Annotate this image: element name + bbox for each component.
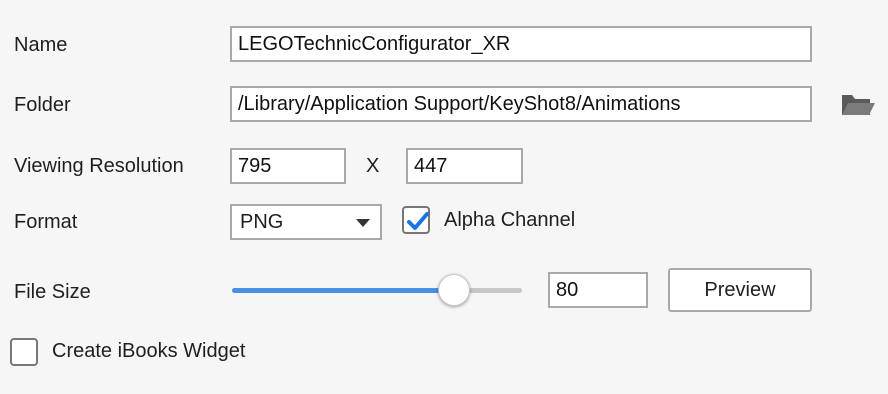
- preview-button[interactable]: Preview: [668, 268, 812, 312]
- format-select[interactable]: PNG: [230, 204, 382, 240]
- checkmark-icon: [407, 212, 429, 230]
- alpha-channel-label: Alpha Channel: [444, 209, 576, 231]
- slider-fill: [232, 288, 456, 293]
- file-size-label: File Size: [14, 281, 91, 303]
- name-input[interactable]: LEGOTechnicConfigurator_XR: [230, 26, 812, 62]
- resolution-separator: X: [366, 155, 380, 177]
- file-size-input[interactable]: 80: [548, 272, 648, 308]
- ibooks-widget-checkbox[interactable]: [10, 338, 38, 366]
- format-selected-value: PNG: [240, 211, 284, 233]
- chevron-down-icon: [356, 219, 370, 227]
- file-size-slider[interactable]: [230, 272, 524, 308]
- slider-knob[interactable]: [438, 274, 470, 306]
- export-settings-panel: Name LEGOTechnicConfigurator_XR Folder /…: [0, 0, 888, 394]
- folder-input[interactable]: /Library/Application Support/KeyShot8/An…: [230, 86, 812, 122]
- viewing-resolution-label: Viewing Resolution: [14, 155, 184, 177]
- alpha-channel-checkbox[interactable]: [402, 206, 430, 234]
- folder-label: Folder: [14, 94, 71, 116]
- folder-open-icon[interactable]: [840, 89, 876, 119]
- resolution-width-input[interactable]: 795: [230, 148, 346, 184]
- ibooks-widget-label: Create iBooks Widget: [52, 340, 246, 362]
- name-label: Name: [14, 34, 68, 56]
- format-label: Format: [14, 211, 78, 233]
- resolution-height-input[interactable]: 447: [406, 148, 523, 184]
